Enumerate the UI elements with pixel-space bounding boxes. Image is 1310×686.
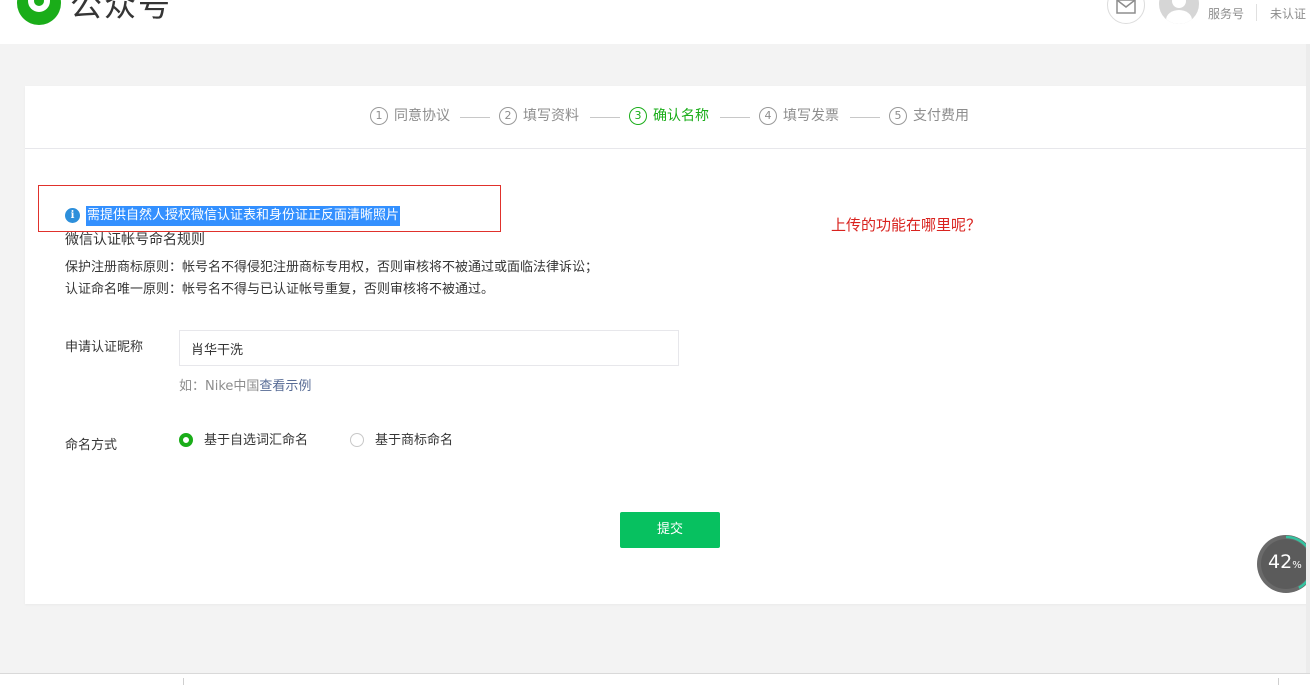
mail-button[interactable]: [1107, 0, 1145, 24]
vertical-scrollbar[interactable]: [1306, 44, 1310, 684]
step-3-active: 3 确认名称: [629, 106, 709, 126]
step-number: 2: [499, 107, 517, 125]
radio-unchecked-icon[interactable]: [350, 433, 364, 447]
mail-icon: [1116, 0, 1136, 14]
nickname-hint: 如：Nike中国查看示例: [179, 377, 311, 397]
step-connector: [720, 117, 750, 118]
step-number: 1: [370, 107, 388, 125]
nickname-input[interactable]: [179, 330, 679, 366]
step-connector: [850, 117, 880, 118]
account-type-label: 服务号: [1208, 7, 1245, 21]
step-label: 支付费用: [913, 108, 969, 124]
bottom-divider: [1278, 678, 1279, 685]
step-label: 同意协议: [394, 108, 450, 124]
rule-trademark: 保护注册商标原则：帐号名不得侵犯注册商标专用权，否则审核将不被通过或面临法律诉讼…: [65, 260, 599, 275]
step-5: 5 支付费用: [889, 106, 969, 126]
bottom-divider: [183, 678, 184, 685]
submit-button[interactable]: 提交: [620, 512, 720, 548]
step-label: 填写资料: [523, 108, 579, 124]
naming-method-label: 命名方式: [65, 438, 118, 453]
progress-value: 42%: [1268, 550, 1308, 578]
step-1: 1 同意协议: [370, 106, 450, 126]
avatar[interactable]: [1159, 0, 1199, 24]
progress-number: 42: [1268, 551, 1293, 573]
step-connector: [590, 117, 620, 118]
step-number: 3: [629, 107, 647, 125]
radio-label[interactable]: 基于自选词汇命名: [204, 431, 308, 451]
progress-widget[interactable]: 42%: [1256, 534, 1310, 594]
step-connector: [460, 117, 490, 118]
info-icon: i: [65, 208, 80, 223]
step-indicator: 1 同意协议 2 填写资料 3 确认名称 4 填写发票 5 支付费用: [25, 86, 1310, 149]
step-number: 5: [889, 107, 907, 125]
annotation-question: 上传的功能在哪里呢？: [831, 216, 982, 234]
account-status-label: 未认证: [1270, 7, 1307, 21]
hint-example-text: 如：Nike中国: [179, 379, 260, 394]
nickname-label: 申请认证昵称: [65, 340, 144, 355]
step-4: 4 填写发票: [759, 106, 839, 126]
step-label: 填写发票: [783, 108, 839, 124]
top-header: 公众号 服务号 未认证: [0, 0, 1310, 44]
brand-title[interactable]: 公众号: [70, 0, 172, 25]
naming-rules-title: 微信认证帐号命名规则: [65, 232, 205, 248]
progress-unit: %: [1292, 560, 1302, 571]
view-example-link[interactable]: 查看示例: [259, 379, 311, 394]
header-divider: [1256, 4, 1257, 21]
radio-checked-icon[interactable]: [179, 433, 193, 447]
step-number: 4: [759, 107, 777, 125]
wechat-logo-icon[interactable]: [17, 0, 61, 25]
step-label: 确认名称: [653, 108, 709, 124]
radio-label[interactable]: 基于商标命名: [375, 431, 453, 451]
rule-unique-name: 认证命名唯一原则：帐号名不得与已认证帐号重复，否则审核将不被通过。: [65, 282, 495, 297]
step-2: 2 填写资料: [499, 106, 579, 126]
notice-text: 需提供自然人授权微信认证表和身份证正反面清晰照片: [86, 206, 401, 226]
bottom-bar: [0, 673, 1310, 686]
